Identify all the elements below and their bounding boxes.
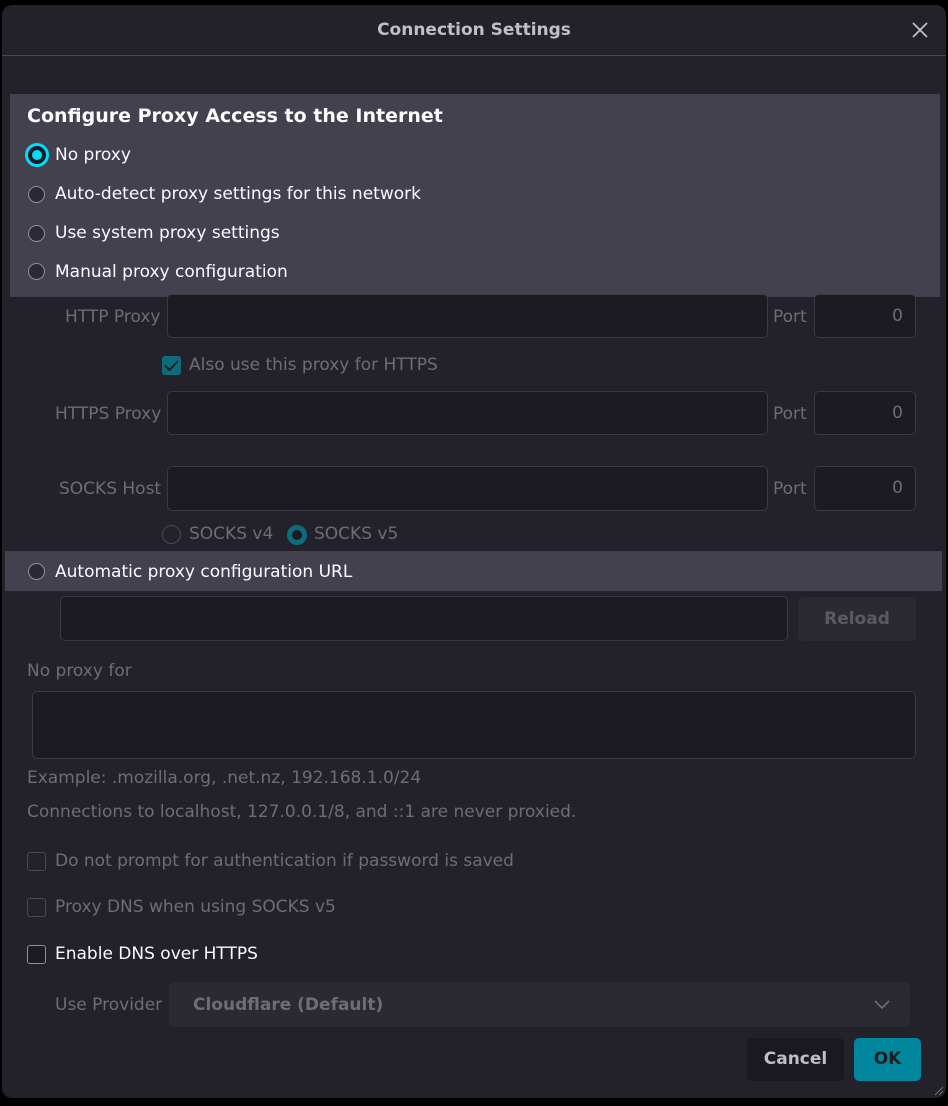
- radio-button[interactable]: [28, 563, 45, 580]
- radio-button-checked[interactable]: [287, 525, 307, 545]
- radio-button-checked[interactable]: [25, 143, 49, 167]
- provider-value: Cloudflare (Default): [193, 995, 384, 1015]
- https-port-label: Port: [773, 404, 807, 424]
- also-https-label: Also use this proxy for HTTPS: [189, 355, 438, 375]
- proxy-dns-label: Proxy DNS when using SOCKS v5: [55, 897, 336, 917]
- https-port-input[interactable]: 0: [814, 391, 916, 435]
- also-https-checkbox[interactable]: [162, 356, 181, 375]
- dialog-title: Connection Settings: [377, 20, 571, 40]
- provider-label: Use Provider: [55, 995, 163, 1015]
- checkmark-icon: [164, 360, 179, 372]
- cancel-button[interactable]: Cancel: [747, 1038, 844, 1081]
- provider-select[interactable]: Cloudflare (Default): [169, 982, 910, 1027]
- socks-host-label: SOCKS Host: [59, 479, 162, 499]
- proxy-dns-checkbox[interactable]: [27, 898, 46, 917]
- socks-v5-label: SOCKS v5: [314, 524, 399, 544]
- localhost-note: Connections to localhost, 127.0.0.1/8, a…: [27, 802, 577, 822]
- reload-button[interactable]: Reload: [798, 597, 916, 641]
- radio-button[interactable]: [162, 525, 181, 544]
- http-port-label: Port: [773, 307, 807, 327]
- ok-button[interactable]: OK: [854, 1038, 921, 1081]
- http-port-input[interactable]: 0: [814, 294, 916, 338]
- no-proxy-for-textarea[interactable]: [32, 691, 916, 759]
- resize-grip-icon[interactable]: [932, 1084, 944, 1096]
- connection-settings-dialog: Connection Settings Configure Proxy Acce…: [2, 5, 946, 1098]
- doh-label: Enable DNS over HTTPS: [55, 944, 258, 964]
- radio-button[interactable]: [28, 263, 45, 280]
- radio-label-system-proxy: Use system proxy settings: [55, 223, 280, 243]
- close-icon[interactable]: [910, 20, 930, 40]
- no-proxy-for-label: No proxy for: [27, 661, 132, 681]
- chevron-down-icon: [874, 1000, 890, 1010]
- socks-port-label: Port: [773, 479, 807, 499]
- no-auth-prompt-checkbox[interactable]: [27, 852, 46, 871]
- proxy-section-heading: Configure Proxy Access to the Internet: [27, 105, 443, 127]
- socks-v4-label: SOCKS v4: [189, 524, 274, 544]
- radio-label-manual-proxy: Manual proxy configuration: [55, 262, 288, 282]
- http-proxy-input[interactable]: [167, 294, 768, 338]
- autoconfig-url-input[interactable]: [60, 596, 788, 641]
- socks-host-input[interactable]: [167, 466, 768, 511]
- autoconfig-label: Automatic proxy configuration URL: [55, 562, 353, 582]
- radio-button[interactable]: [28, 225, 45, 242]
- no-auth-prompt-label: Do not prompt for authentication if pass…: [55, 851, 514, 871]
- radio-button[interactable]: [28, 186, 45, 203]
- socks-port-input[interactable]: 0: [814, 466, 916, 511]
- dialog-titlebar: Connection Settings: [2, 5, 946, 56]
- http-proxy-label: HTTP Proxy: [65, 307, 161, 327]
- https-proxy-label: HTTPS Proxy: [55, 404, 162, 424]
- no-proxy-example: Example: .mozilla.org, .net.nz, 192.168.…: [27, 768, 422, 788]
- radio-label-auto-detect: Auto-detect proxy settings for this netw…: [55, 184, 421, 204]
- doh-checkbox[interactable]: [27, 945, 46, 964]
- radio-label-no-proxy: No proxy: [55, 145, 131, 165]
- https-proxy-input[interactable]: [167, 391, 768, 435]
